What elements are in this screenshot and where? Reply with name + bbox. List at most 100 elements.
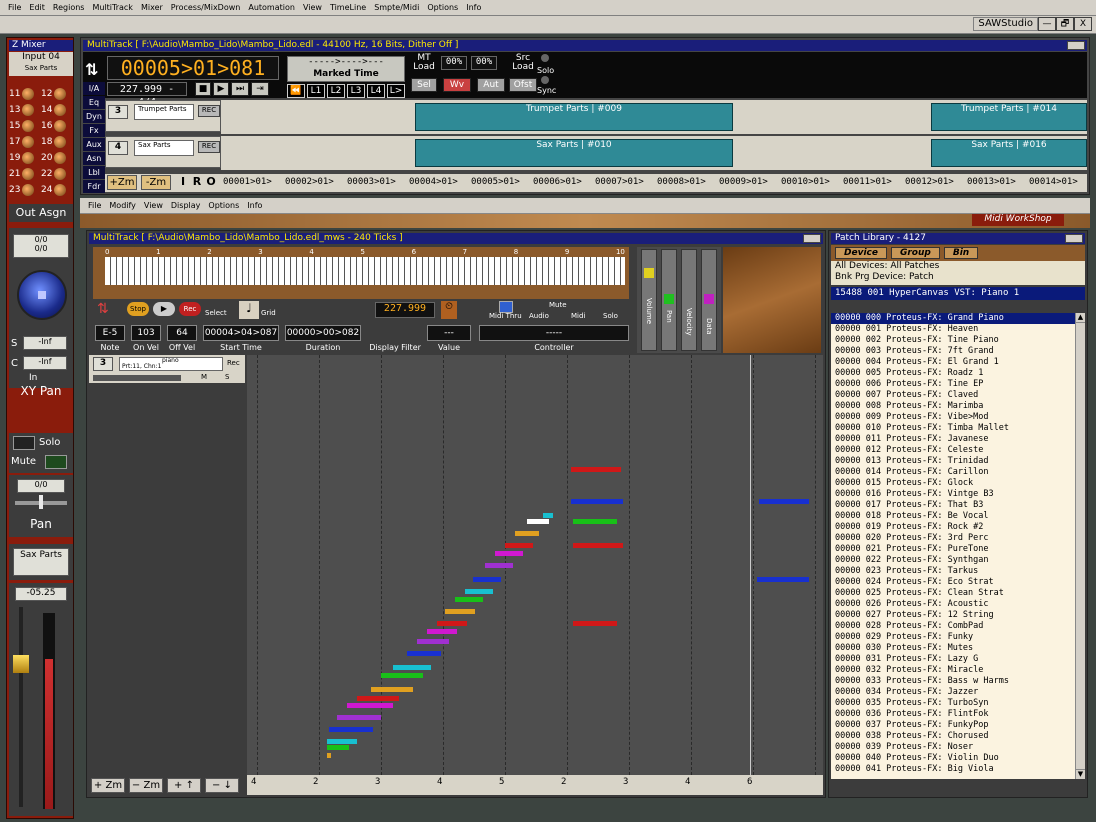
value-field[interactable]: ---: [427, 325, 471, 341]
midi-note[interactable]: [495, 551, 523, 556]
ofst-button[interactable]: Ofst: [509, 78, 537, 92]
stop-button[interactable]: Stop: [127, 302, 149, 316]
patch-row[interactable]: 00000 037 Proteus-FX: FunkyPop: [831, 720, 1075, 731]
track-rec-button[interactable]: REC: [198, 141, 220, 153]
midi-note[interactable]: [473, 577, 501, 582]
patch-library-minimize-button[interactable]: [1065, 234, 1083, 243]
piano-keyboard[interactable]: [105, 257, 625, 285]
start-time-field[interactable]: 00004>04>087: [203, 325, 279, 341]
patch-row[interactable]: 00000 018 Proteus-FX: Be Vocal: [831, 511, 1075, 522]
patch-row[interactable]: 00000 024 Proteus-FX: Eco Strat: [831, 577, 1075, 588]
patch-row[interactable]: 00000 005 Proteus-FX: Roadz 1: [831, 368, 1075, 379]
midi-note[interactable]: [327, 739, 357, 744]
pan-slider[interactable]: Pan: [661, 249, 677, 351]
patch-row[interactable]: 00000 038 Proteus-FX: Chorused: [831, 731, 1075, 742]
midi-note[interactable]: [427, 629, 457, 634]
midi-note[interactable]: [571, 499, 623, 504]
on-velocity-field[interactable]: 103: [131, 325, 161, 341]
metronome-icon[interactable]: ⏲: [441, 301, 457, 319]
midi-note[interactable]: [573, 621, 617, 626]
stop-button[interactable]: ■: [195, 82, 211, 96]
note-value-icon[interactable]: ♩: [239, 301, 259, 319]
loc-3-button[interactable]: L3: [347, 84, 365, 98]
record-button[interactable]: Rec: [179, 302, 201, 316]
patch-row[interactable]: 00000 034 Proteus-FX: Jazzer: [831, 687, 1075, 698]
o-button[interactable]: O: [205, 175, 217, 190]
volume-slider[interactable]: Volume: [641, 249, 657, 351]
patch-list-scrollbar[interactable]: ▲ ▼: [1075, 313, 1085, 779]
patch-row[interactable]: 00000 029 Proteus-FX: Funky: [831, 632, 1075, 643]
midi-menu-modify[interactable]: Modify: [105, 201, 140, 210]
midi-menu-display[interactable]: Display: [167, 201, 205, 210]
s-value[interactable]: -Inf: [23, 336, 67, 350]
midi-note[interactable]: [485, 563, 513, 568]
loc-1-button[interactable]: L1: [307, 84, 325, 98]
patch-row[interactable]: 00000 026 Proteus-FX: Acoustic: [831, 599, 1075, 610]
midi-note[interactable]: [337, 715, 381, 720]
goto-end-button[interactable]: ⇥: [251, 82, 269, 96]
audio-clip[interactable]: Trumpet Parts | #009: [415, 103, 733, 131]
tempo-display[interactable]: 227.999: [375, 302, 435, 318]
view-dyn[interactable]: Dyn: [83, 110, 105, 123]
marked-time-box[interactable]: ----->---->--- Marked Time: [287, 56, 405, 82]
tab-bin[interactable]: Bin: [943, 247, 979, 259]
patch-row[interactable]: 00000 035 Proteus-FX: TurboSyn: [831, 698, 1075, 709]
patch-row[interactable]: 00000 033 Proteus-FX: Bass w Harms: [831, 676, 1075, 687]
midi-note[interactable]: [515, 531, 539, 536]
view-ia[interactable]: I/A: [83, 82, 105, 95]
midi-note[interactable]: [371, 687, 413, 692]
track-name[interactable]: Sax Parts: [134, 140, 194, 156]
patch-row[interactable]: 00000 030 Proteus-FX: Mutes: [831, 643, 1075, 654]
midi-note[interactable]: [407, 651, 441, 656]
channel-select-21[interactable]: 21: [9, 166, 39, 182]
tab-device[interactable]: Device: [835, 247, 887, 259]
pan-value[interactable]: 0/0: [17, 479, 65, 493]
patch-row[interactable]: 00000 039 Proteus-FX: Noser: [831, 742, 1075, 753]
view-fdr[interactable]: Fdr: [83, 180, 105, 193]
off-velocity-field[interactable]: 64: [167, 325, 197, 341]
audio-clip[interactable]: Trumpet Parts | #014: [931, 103, 1087, 131]
channel-select-11[interactable]: 11: [9, 86, 39, 102]
current-patch[interactable]: 15488 001 HyperCanvas VST: Piano 1: [831, 287, 1085, 300]
midi-note[interactable]: [393, 665, 431, 670]
patch-row[interactable]: 00000 032 Proteus-FX: Miracle: [831, 665, 1075, 676]
piano-roll-minimize-button[interactable]: [803, 234, 821, 243]
roll-zoom-button-1[interactable]: − Zm: [129, 778, 163, 793]
roll-ruler[interactable]: 4 2 3 4 5 2 3 4 6: [247, 775, 823, 795]
channel-select-14[interactable]: 14: [41, 102, 71, 118]
midi-menu-info[interactable]: Info: [243, 201, 266, 210]
patch-row[interactable]: 00000 025 Proteus-FX: Clean Strat: [831, 588, 1075, 599]
midi-note[interactable]: [455, 597, 483, 602]
midi-note[interactable]: [573, 519, 617, 524]
piano-roll-grid[interactable]: [247, 355, 823, 775]
track-rec-button[interactable]: REC: [198, 105, 220, 117]
patch-row[interactable]: 00000 019 Proteus-FX: Rock #2: [831, 522, 1075, 533]
zoom-in-button[interactable]: +Zm: [107, 175, 137, 190]
patch-row[interactable]: 00000 016 Proteus-FX: Vintge B3: [831, 489, 1075, 500]
patch-row[interactable]: 00000 031 Proteus-FX: Lazy G: [831, 654, 1075, 665]
midi-note[interactable]: [381, 673, 423, 678]
mixer-input[interactable]: Input 04 Sax Parts: [9, 52, 73, 76]
midi-note[interactable]: [759, 499, 809, 504]
midi-note[interactable]: [573, 543, 623, 548]
note-field[interactable]: E-5: [95, 325, 125, 341]
menu-info[interactable]: Info: [462, 3, 485, 12]
channel-select-17[interactable]: 17: [9, 134, 39, 150]
play-loop-button[interactable]: ⏭: [231, 82, 249, 96]
patch-row[interactable]: 00000 008 Proteus-FX: Marimba: [831, 401, 1075, 412]
midi-note[interactable]: [445, 609, 475, 614]
channel-select-13[interactable]: 13: [9, 102, 39, 118]
midi-note[interactable]: [543, 513, 553, 518]
channel-select-24[interactable]: 24: [41, 182, 71, 198]
midi-note[interactable]: [465, 589, 493, 594]
playhead[interactable]: [750, 355, 751, 775]
menu-regions[interactable]: Regions: [49, 3, 89, 12]
roll-zoom-button-0[interactable]: + Zm: [91, 778, 125, 793]
fader-track[interactable]: [19, 607, 23, 807]
aut-button[interactable]: Aut: [477, 78, 505, 92]
patch-row[interactable]: 00000 020 Proteus-FX: 3rd Perc: [831, 533, 1075, 544]
roll-zoom-button-2[interactable]: + ↑: [167, 778, 201, 793]
play-button[interactable]: ▶: [213, 82, 229, 96]
midi-note[interactable]: [437, 621, 467, 626]
track-mute-button[interactable]: M: [201, 373, 207, 381]
